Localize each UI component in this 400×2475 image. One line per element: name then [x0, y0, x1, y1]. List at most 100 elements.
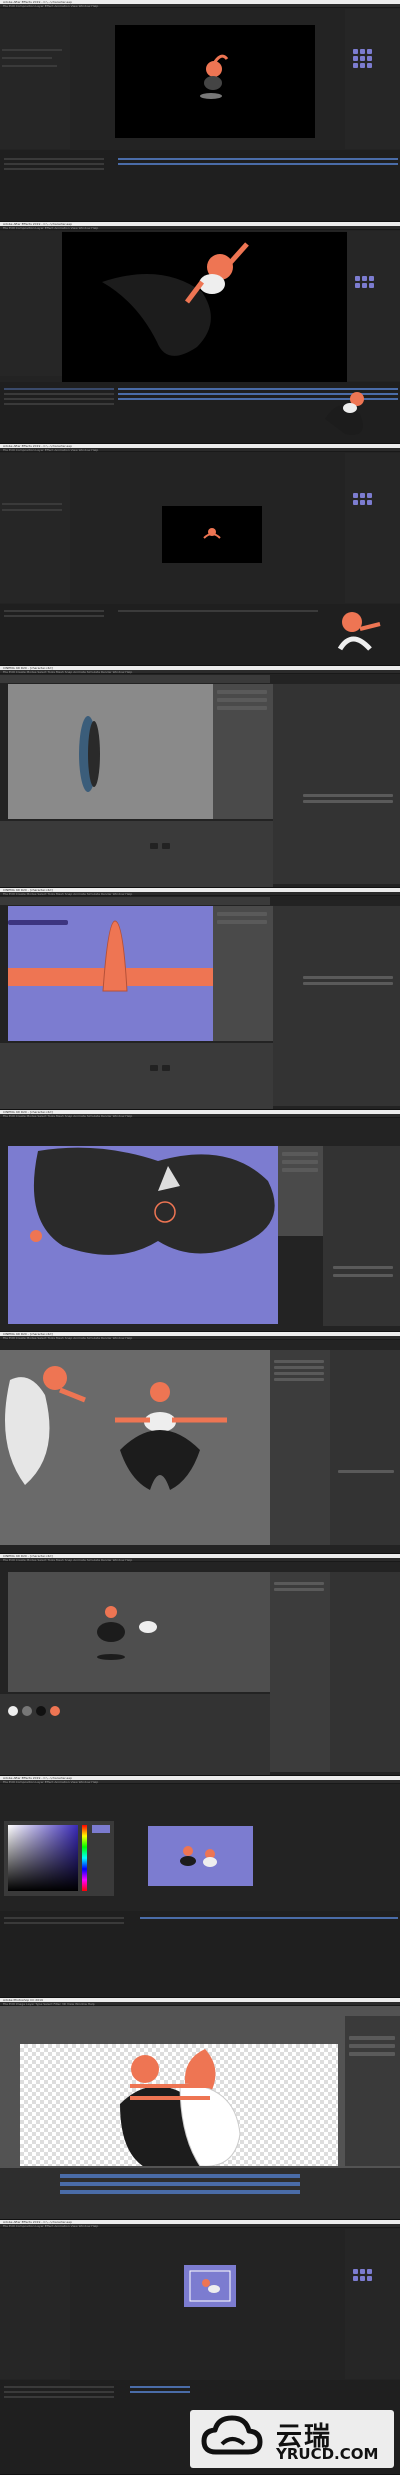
object-item[interactable] — [217, 920, 267, 924]
layer-track[interactable] — [60, 2182, 300, 2186]
menu-bar[interactable]: File Edit Image Layer Type Select Filter… — [0, 2002, 400, 2006]
timeline-panel[interactable] — [0, 1911, 400, 1997]
layer-row[interactable] — [4, 610, 104, 612]
object-item[interactable] — [282, 1152, 318, 1156]
menu-bar[interactable]: File Edit Composition Layer Effect Anima… — [0, 2224, 400, 2228]
material-swatch[interactable] — [150, 843, 158, 849]
material-swatch[interactable] — [162, 843, 170, 849]
layer-row[interactable] — [4, 1922, 124, 1924]
layer-track[interactable] — [118, 610, 318, 612]
project-item[interactable] — [2, 57, 52, 59]
material-swatch[interactable] — [22, 1706, 32, 1716]
object-item[interactable] — [274, 1366, 324, 1369]
layer-row[interactable] — [4, 163, 104, 165]
composition-viewer[interactable] — [62, 232, 347, 382]
layer-row[interactable] — [4, 615, 104, 617]
project-item[interactable] — [2, 49, 62, 51]
object-item[interactable] — [282, 1160, 318, 1164]
layer-row[interactable] — [4, 393, 114, 395]
timeline-panel[interactable] — [0, 821, 273, 887]
composition-viewer[interactable] — [162, 506, 262, 563]
menu-items[interactable]: File Edit Composition Layer Effect Anima… — [3, 4, 98, 8]
menu-bar[interactable]: File Edit Composition Layer Effect Anima… — [0, 4, 400, 8]
viewport[interactable] — [8, 1572, 270, 1692]
object-item[interactable] — [282, 1168, 318, 1172]
menu-items[interactable]: File Edit Create Modes Select Tools Mesh… — [3, 1114, 132, 1118]
project-item[interactable] — [2, 503, 62, 505]
layer-row[interactable] — [4, 403, 114, 405]
menu-items[interactable]: File Edit Composition Layer Effect Anima… — [3, 1780, 98, 1784]
composition-viewer[interactable] — [184, 2265, 236, 2307]
menu-items[interactable]: File Edit Composition Layer Effect Anima… — [3, 226, 98, 230]
material-swatch[interactable] — [162, 1065, 170, 1071]
timeline-panel[interactable] — [0, 604, 400, 665]
menu-bar[interactable]: File Edit Create Modes Select Tools Mesh… — [0, 670, 400, 674]
layer-track[interactable] — [130, 2391, 190, 2393]
project-item[interactable] — [2, 509, 62, 511]
menu-items[interactable]: File Edit Create Modes Select Tools Mesh… — [3, 670, 132, 674]
canvas[interactable] — [20, 2044, 338, 2175]
menu-items[interactable]: File Edit Create Modes Select Tools Mesh… — [3, 892, 132, 896]
layer-track[interactable] — [118, 158, 398, 160]
object-item[interactable] — [217, 698, 267, 702]
object-item[interactable] — [274, 1582, 324, 1585]
viewport[interactable] — [8, 684, 213, 819]
object-item[interactable] — [217, 706, 267, 710]
object-item[interactable] — [217, 690, 267, 694]
material-swatch[interactable] — [50, 1706, 60, 1716]
viewport[interactable] — [8, 906, 213, 1041]
toolbar[interactable] — [0, 675, 270, 683]
timeline-panel[interactable] — [0, 2168, 400, 2219]
menu-items[interactable]: File Edit Composition Layer Effect Anima… — [3, 448, 98, 452]
timeline-panel[interactable] — [0, 150, 400, 221]
menu-bar[interactable]: File Edit Composition Layer Effect Anima… — [0, 1780, 400, 1784]
layer-item[interactable] — [349, 2052, 395, 2056]
layer-row[interactable] — [4, 2386, 114, 2388]
hue-slider[interactable] — [82, 1825, 87, 1891]
layer-track[interactable] — [60, 2174, 300, 2178]
layer-track[interactable] — [60, 2190, 300, 2194]
attribute-field[interactable] — [303, 982, 393, 985]
menu-bar[interactable]: File Edit Composition Layer Effect Anima… — [0, 226, 400, 230]
material-swatch[interactable] — [36, 1706, 46, 1716]
menu-bar[interactable]: File Edit Create Modes Select Tools Mesh… — [0, 892, 400, 896]
timeline-panel[interactable] — [0, 382, 400, 443]
menu-items[interactable]: File Edit Composition Layer Effect Anima… — [3, 2224, 98, 2228]
layer-item[interactable] — [349, 2036, 395, 2040]
attribute-field[interactable] — [333, 1274, 393, 1277]
layer-row[interactable] — [4, 168, 104, 170]
layer-row[interactable] — [4, 1917, 124, 1919]
menu-items[interactable]: File Edit Create Modes Select Tools Mesh… — [3, 1336, 132, 1340]
attribute-field[interactable] — [333, 1266, 393, 1269]
color-field[interactable] — [8, 1825, 78, 1891]
layer-track[interactable] — [118, 163, 398, 165]
layer-track[interactable] — [130, 2386, 190, 2388]
layer-item[interactable] — [349, 2044, 395, 2048]
project-item[interactable] — [2, 65, 57, 67]
timeline-panel[interactable] — [0, 1043, 273, 1109]
composition-viewer[interactable] — [115, 25, 315, 138]
viewport[interactable] — [8, 1146, 278, 1324]
layer-row[interactable] — [4, 2391, 114, 2393]
toolbar[interactable] — [0, 897, 270, 905]
menu-bar[interactable]: File Edit Composition Layer Effect Anima… — [0, 448, 400, 452]
menu-bar[interactable]: File Edit Create Modes Select Tools Mesh… — [0, 1114, 400, 1118]
attribute-field[interactable] — [303, 800, 393, 803]
layer-row[interactable] — [4, 398, 114, 400]
object-item[interactable] — [274, 1360, 324, 1363]
viewport[interactable] — [0, 1350, 270, 1545]
attribute-field[interactable] — [338, 1470, 394, 1473]
object-item[interactable] — [274, 1588, 324, 1591]
attribute-field[interactable] — [303, 976, 393, 979]
menu-bar[interactable]: File Edit Create Modes Select Tools Mesh… — [0, 1558, 400, 1562]
color-picker-dialog[interactable] — [4, 1821, 114, 1896]
material-swatch[interactable] — [150, 1065, 158, 1071]
menu-bar[interactable]: File Edit Create Modes Select Tools Mesh… — [0, 1336, 400, 1340]
layer-track[interactable] — [140, 1917, 398, 1919]
attribute-field[interactable] — [303, 794, 393, 797]
layer-row[interactable] — [4, 2396, 114, 2398]
object-item[interactable] — [274, 1378, 324, 1381]
object-item[interactable] — [217, 912, 267, 916]
menu-items[interactable]: File Edit Image Layer Type Select Filter… — [3, 2002, 95, 2006]
layer-row[interactable] — [4, 158, 104, 160]
